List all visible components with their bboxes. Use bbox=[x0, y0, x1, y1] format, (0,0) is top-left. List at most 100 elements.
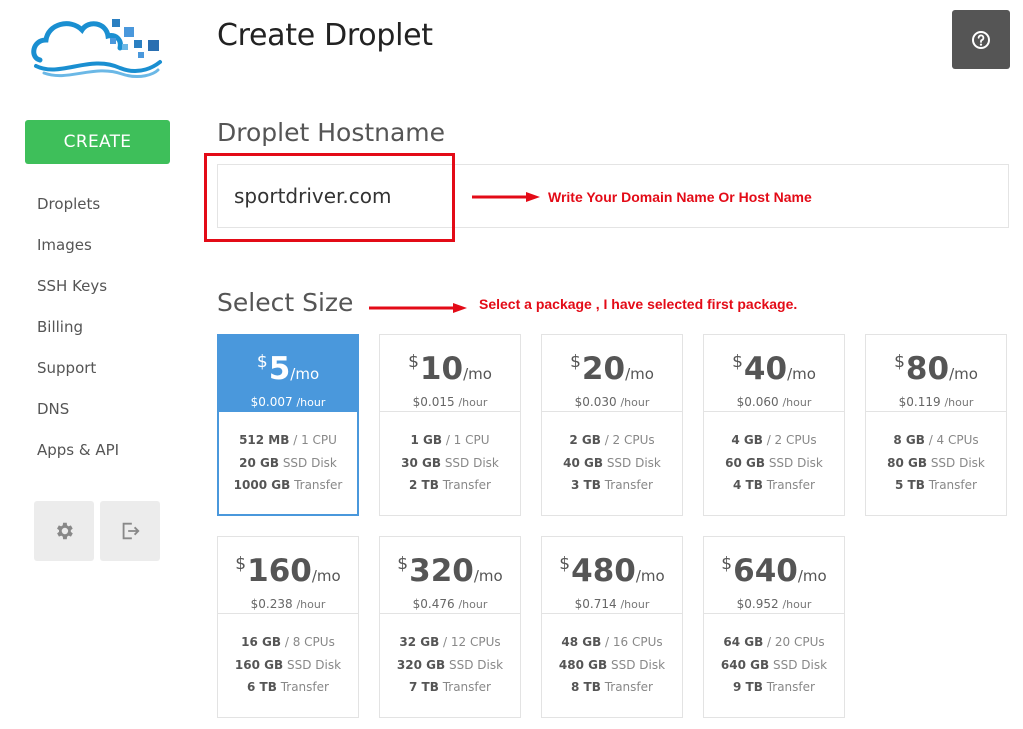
plan-cpu: / 12 CPUs bbox=[443, 635, 501, 649]
plan-specs: 512 MB / 1 CPU 20 GB SSD Disk 1000 GB Tr… bbox=[219, 412, 357, 497]
create-button[interactable]: CREATE bbox=[25, 120, 170, 164]
size-annotation: Select a package , I have selected first… bbox=[479, 296, 798, 312]
create-droplet-page: CREATE Droplets Images SSH Keys Billing … bbox=[0, 0, 1023, 729]
plan-price-header: $20/mo $0.030 /hour bbox=[542, 335, 682, 412]
per-month-label: /mo bbox=[625, 365, 654, 383]
per-hour-label: /hour bbox=[944, 396, 974, 409]
plan-cpu: / 1 CPU bbox=[293, 433, 337, 447]
per-month-label: /mo bbox=[290, 365, 320, 383]
help-button[interactable] bbox=[952, 10, 1010, 69]
size-plan-card[interactable]: $40/mo $0.060 /hour 4 GB / 2 CPUs 60 GB … bbox=[703, 334, 845, 516]
per-month-label: /mo bbox=[635, 567, 665, 585]
settings-button[interactable] bbox=[34, 501, 94, 561]
plan-specs: 4 GB / 2 CPUs 60 GB SSD Disk 4 TB Transf… bbox=[704, 412, 844, 497]
plan-monthly-price: 20 bbox=[581, 351, 626, 387]
plan-cpu: / 8 CPUs bbox=[284, 635, 335, 649]
plan-disk-label: SSD Disk bbox=[772, 657, 828, 672]
plan-hourly-price: $0.060 bbox=[736, 395, 779, 409]
hostname-annotation-arrow bbox=[472, 192, 540, 202]
cloud-logo[interactable] bbox=[30, 10, 165, 85]
page-title: Create Droplet bbox=[217, 18, 433, 53]
size-plan-card[interactable]: $640/mo $0.952 /hour 64 GB / 20 CPUs 640… bbox=[703, 536, 845, 718]
size-plan-card[interactable]: $480/mo $0.714 /hour 48 GB / 16 CPUs 480… bbox=[541, 536, 683, 718]
size-plan-card[interactable]: $10/mo $0.015 /hour 1 GB / 1 CPU 30 GB S… bbox=[379, 334, 521, 516]
currency-symbol: $ bbox=[256, 352, 268, 372]
plan-hourly-price: $0.476 bbox=[412, 597, 455, 611]
plan-monthly-price: 40 bbox=[743, 351, 788, 387]
per-hour-label: /hour bbox=[458, 396, 488, 409]
plan-transfer-label: Transfer bbox=[294, 478, 343, 492]
plan-monthly-price: 10 bbox=[419, 351, 464, 387]
sidebar-item-apps-api[interactable]: Apps & API bbox=[37, 431, 119, 472]
size-plan-card[interactable]: $80/mo $0.119 /hour 8 GB / 4 CPUs 80 GB … bbox=[865, 334, 1007, 516]
plan-disk-label: SSD Disk bbox=[610, 657, 666, 672]
plan-specs: 32 GB / 12 CPUs 320 GB SSD Disk 7 TB Tra… bbox=[380, 614, 520, 699]
plan-disk: 320 GB bbox=[396, 657, 446, 672]
plan-hourly-price: $0.119 bbox=[898, 395, 941, 409]
sidebar-item-billing[interactable]: Billing bbox=[37, 308, 119, 349]
plan-transfer-label: Transfer bbox=[442, 680, 491, 694]
plan-ram: 512 MB bbox=[239, 433, 290, 447]
plan-cpu: / 16 CPUs bbox=[605, 635, 663, 649]
size-plan-card[interactable]: $20/mo $0.030 /hour 2 GB / 2 CPUs 40 GB … bbox=[541, 334, 683, 516]
plan-disk-label: SSD Disk bbox=[286, 657, 342, 672]
plan-hourly-price: $0.030 bbox=[574, 395, 617, 409]
hostname-section-title: Droplet Hostname bbox=[217, 118, 446, 147]
plan-price-header: $480/mo $0.714 /hour bbox=[542, 537, 682, 614]
plan-ram: 4 GB bbox=[731, 433, 763, 447]
size-plan-card[interactable]: $160/mo $0.238 /hour 16 GB / 8 CPUs 160 … bbox=[217, 536, 359, 718]
plan-cpu: / 2 CPUs bbox=[766, 433, 817, 447]
plan-disk-label: SSD Disk bbox=[444, 455, 499, 470]
size-section-title: Select Size bbox=[217, 288, 354, 317]
size-plan-card[interactable]: $5/mo $0.007 /hour 512 MB / 1 CPU 20 GB … bbox=[217, 334, 359, 516]
sidebar-item-droplets[interactable]: Droplets bbox=[37, 185, 119, 226]
plan-transfer: 1000 GB bbox=[233, 478, 291, 492]
per-hour-label: /hour bbox=[620, 396, 650, 409]
plan-transfer: 6 TB bbox=[247, 680, 277, 694]
plan-price-header: $10/mo $0.015 /hour bbox=[380, 335, 520, 412]
per-month-label: /mo bbox=[797, 567, 827, 585]
plan-ram: 64 GB bbox=[723, 635, 764, 649]
plan-ram: 8 GB bbox=[893, 433, 925, 447]
question-circle-icon bbox=[972, 30, 990, 49]
plan-specs: 8 GB / 4 CPUs 80 GB SSD Disk 5 TB Transf… bbox=[866, 412, 1006, 497]
per-month-label: /mo bbox=[463, 365, 492, 383]
hostname-annotation: Write Your Domain Name Or Host Name bbox=[548, 189, 812, 205]
sidebar-nav: Droplets Images SSH Keys Billing Support… bbox=[37, 185, 119, 472]
sidebar-item-images[interactable]: Images bbox=[37, 226, 119, 267]
plan-ram: 2 GB bbox=[569, 433, 601, 447]
plan-hourly-price: $0.952 bbox=[736, 597, 779, 611]
plan-monthly-price: 5 bbox=[268, 351, 291, 387]
plan-transfer-label: Transfer bbox=[604, 478, 653, 492]
plan-specs: 2 GB / 2 CPUs 40 GB SSD Disk 3 TB Transf… bbox=[542, 412, 682, 497]
currency-symbol: $ bbox=[721, 554, 733, 574]
gear-icon bbox=[57, 522, 73, 540]
per-month-label: /mo bbox=[787, 365, 816, 383]
plan-transfer-label: Transfer bbox=[442, 478, 491, 492]
plan-transfer-label: Transfer bbox=[766, 680, 815, 694]
per-hour-label: /hour bbox=[782, 396, 812, 409]
logout-button[interactable] bbox=[100, 501, 160, 561]
sidebar-item-ssh-keys[interactable]: SSH Keys bbox=[37, 267, 119, 308]
currency-symbol: $ bbox=[408, 352, 419, 372]
plan-price-header: $5/mo $0.007 /hour bbox=[219, 336, 357, 412]
plan-disk-label: SSD Disk bbox=[768, 455, 823, 470]
currency-symbol: $ bbox=[235, 554, 247, 574]
plan-monthly-price: 320 bbox=[409, 553, 474, 589]
per-hour-label: /hour bbox=[296, 396, 326, 409]
plan-hourly-price: $0.238 bbox=[250, 597, 293, 611]
plan-ram: 16 GB bbox=[241, 635, 282, 649]
plan-transfer: 8 TB bbox=[571, 680, 601, 694]
plan-transfer: 3 TB bbox=[571, 478, 601, 492]
plan-ram: 32 GB bbox=[399, 635, 440, 649]
plan-specs: 64 GB / 20 CPUs 640 GB SSD Disk 9 TB Tra… bbox=[704, 614, 844, 699]
plan-monthly-price: 80 bbox=[905, 351, 950, 387]
currency-symbol: $ bbox=[894, 352, 905, 372]
plan-hourly-price: $0.015 bbox=[412, 395, 455, 409]
plan-specs: 48 GB / 16 CPUs 480 GB SSD Disk 8 TB Tra… bbox=[542, 614, 682, 699]
plan-transfer-label: Transfer bbox=[766, 478, 815, 492]
sidebar-item-support[interactable]: Support bbox=[37, 349, 119, 390]
sidebar-item-dns[interactable]: DNS bbox=[37, 390, 119, 431]
per-hour-label: /hour bbox=[782, 598, 812, 611]
size-plan-card[interactable]: $320/mo $0.476 /hour 32 GB / 12 CPUs 320… bbox=[379, 536, 521, 718]
